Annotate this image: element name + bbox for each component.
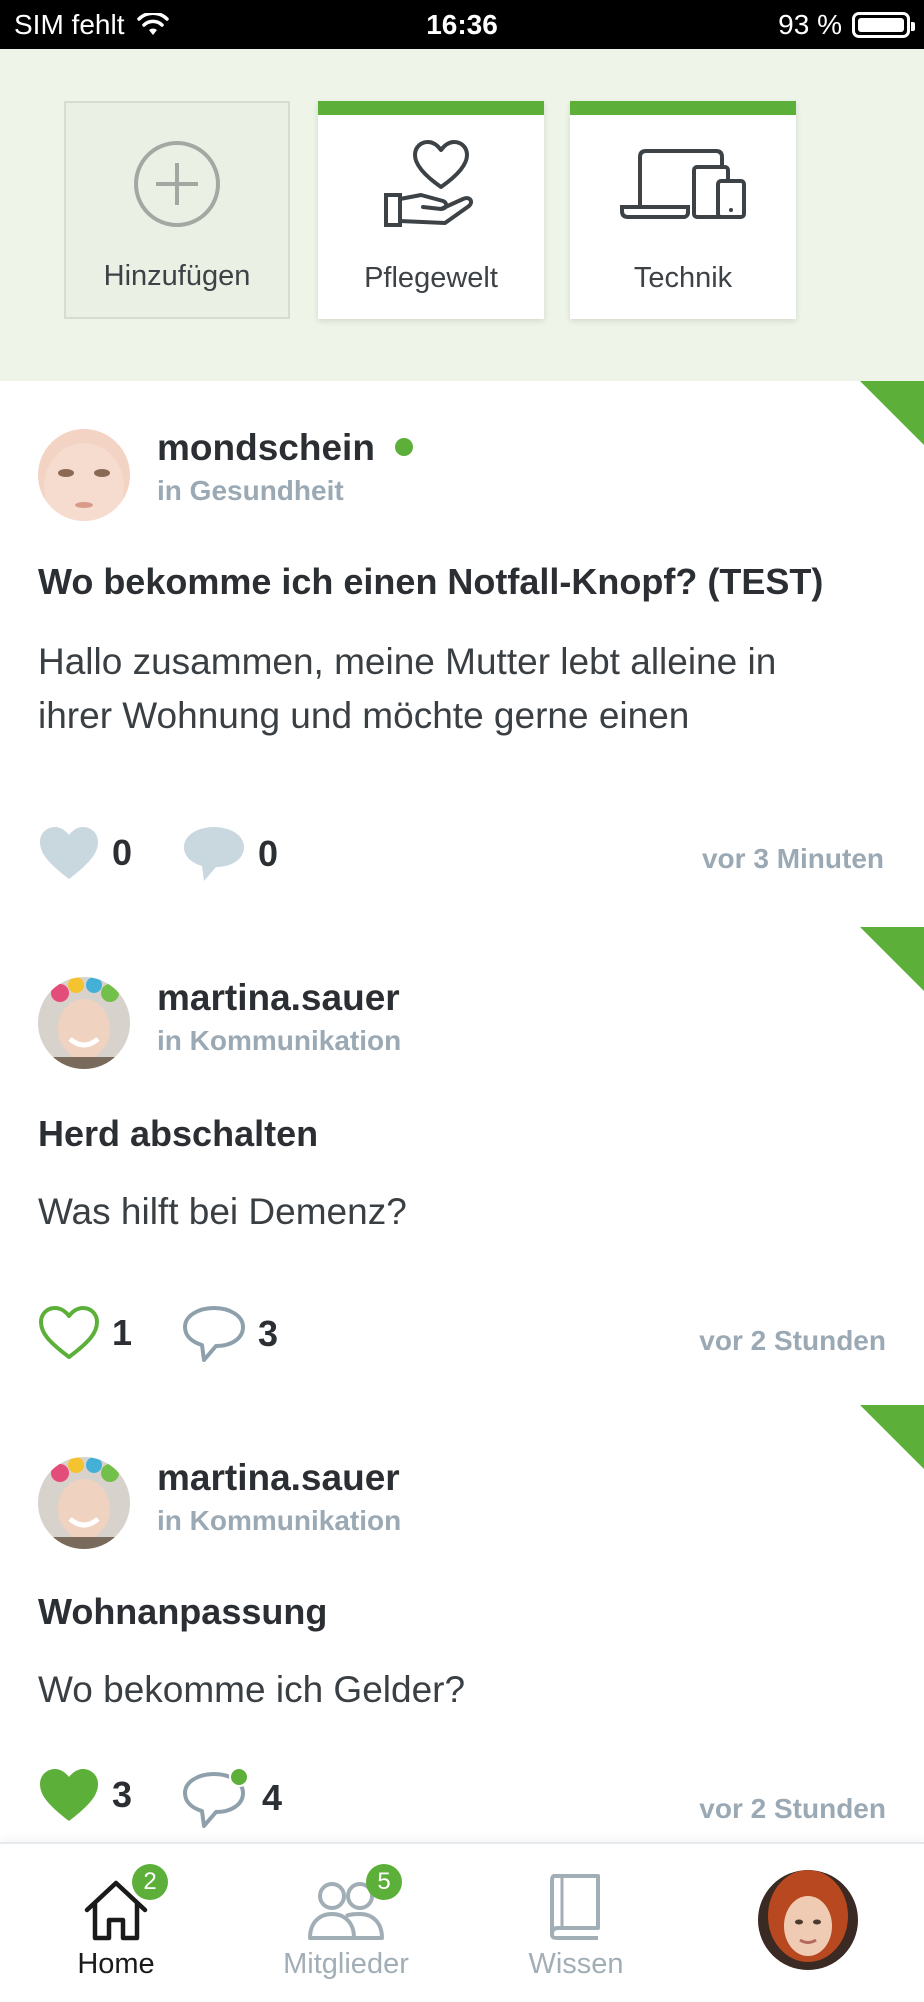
category-card-technik[interactable]: Technik	[570, 101, 796, 319]
avatar[interactable]	[38, 1457, 130, 1549]
post-username[interactable]: mondschein	[157, 427, 413, 469]
heart-hand-icon	[318, 137, 544, 233]
nav-members-label: Mitglieder	[283, 1948, 409, 1980]
post-card[interactable]: martina.sauer in Kommunikation Herd absc…	[0, 927, 924, 1407]
home-icon: 2	[16, 1864, 216, 1942]
nav-home[interactable]: 2 Home	[16, 1864, 216, 1981]
comment-count: 3	[258, 1313, 279, 1354]
status-right: 93 %	[778, 9, 915, 41]
category-label-pflegewelt: Pflegewelt	[364, 262, 498, 294]
post-timestamp: vor 2 Stunden	[699, 1793, 886, 1824]
new-post-corner-marker	[860, 1405, 924, 1469]
post-body[interactable]: Was hilft bei Demenz?	[38, 1185, 888, 1239]
status-bar: SIM fehlt 16:36 93 %	[0, 0, 924, 49]
like-button[interactable]: 3	[38, 1767, 132, 1823]
post-timestamp: vor 3 Minuten	[701, 843, 884, 874]
heart-icon	[40, 827, 98, 879]
post-body[interactable]: Hallo zusammen, meine Mutter lebt allein…	[38, 635, 888, 743]
category-label-technik: Technik	[633, 262, 733, 294]
post-category[interactable]: in Kommunikation	[157, 1025, 401, 1057]
profile-avatar-button[interactable]	[758, 1870, 858, 1970]
post-username[interactable]: martina.sauer	[157, 977, 400, 1019]
plus-circle-icon	[66, 139, 288, 235]
nav-knowledge[interactable]: Wissen	[476, 1864, 676, 1981]
nav-members[interactable]: 5 Mitglieder	[246, 1864, 446, 1981]
post-card[interactable]: mondschein in Gesundheit Wo bekomme ich …	[0, 381, 924, 929]
home-badge: 2	[132, 1864, 168, 1900]
post-timestamp: vor 2 Stunden	[699, 1325, 886, 1356]
devices-icon	[570, 137, 796, 233]
category-card-pflegewelt[interactable]: Pflegewelt	[318, 101, 544, 319]
post-category[interactable]: in Gesundheit	[157, 475, 344, 507]
comment-icon	[184, 827, 244, 881]
online-status-dot	[394, 438, 413, 457]
new-post-corner-marker	[860, 381, 924, 445]
like-count: 1	[112, 1312, 133, 1353]
post-category[interactable]: in Kommunikation	[157, 1505, 401, 1537]
post-body-line: Hallo zusammen, meine Mutter lebt allein…	[38, 641, 777, 682]
comment-outline-icon	[183, 1306, 245, 1362]
post-title[interactable]: Wo bekomme ich einen Notfall-Knopf? (TES…	[38, 561, 823, 603]
comment-count: 0	[258, 833, 279, 874]
heart-filled-icon	[40, 1769, 98, 1821]
avatar[interactable]	[38, 429, 130, 521]
post-body-line: ihrer Wohnung und möchte gerne einen	[38, 695, 690, 736]
add-category-label: Hinzufügen	[103, 260, 251, 292]
comment-count: 4	[262, 1777, 283, 1818]
post-card[interactable]: martina.sauer in Kommunikation Wohnanpas…	[0, 1405, 924, 1842]
new-post-corner-marker	[860, 927, 924, 991]
book-icon	[476, 1864, 676, 1942]
heart-outline-icon	[39, 1306, 99, 1359]
like-count: 3	[112, 1774, 133, 1815]
like-button[interactable]: 0	[38, 825, 132, 881]
battery-icon	[852, 12, 915, 38]
add-category-button[interactable]: Hinzufügen	[64, 101, 290, 319]
members-icon: 5	[246, 1864, 446, 1942]
post-username[interactable]: martina.sauer	[157, 1457, 400, 1499]
post-title[interactable]: Herd abschalten	[38, 1113, 318, 1155]
category-strip: Hinzufügen Pflegewelt Technik	[0, 49, 924, 381]
post-username-text: mondschein	[157, 427, 375, 468]
post-body-line: Wo bekomme ich Gelder?	[38, 1669, 466, 1710]
battery-percent: 93 %	[778, 9, 842, 40]
like-button[interactable]: 1	[38, 1305, 132, 1361]
comment-button[interactable]: 4	[182, 1767, 282, 1829]
comment-button[interactable]: 3	[182, 1305, 278, 1363]
nav-knowledge-label: Wissen	[528, 1948, 624, 1980]
like-count: 0	[112, 832, 133, 873]
post-title[interactable]: Wohnanpassung	[38, 1591, 327, 1633]
post-body-line: Was hilft bei Demenz?	[38, 1191, 407, 1232]
post-body[interactable]: Wo bekomme ich Gelder?	[38, 1663, 888, 1717]
members-badge: 5	[366, 1864, 402, 1900]
avatar[interactable]	[38, 977, 130, 1069]
comment-outline-icon	[183, 1767, 249, 1828]
nav-home-label: Home	[77, 1948, 155, 1980]
comment-button[interactable]: 0	[182, 825, 278, 883]
